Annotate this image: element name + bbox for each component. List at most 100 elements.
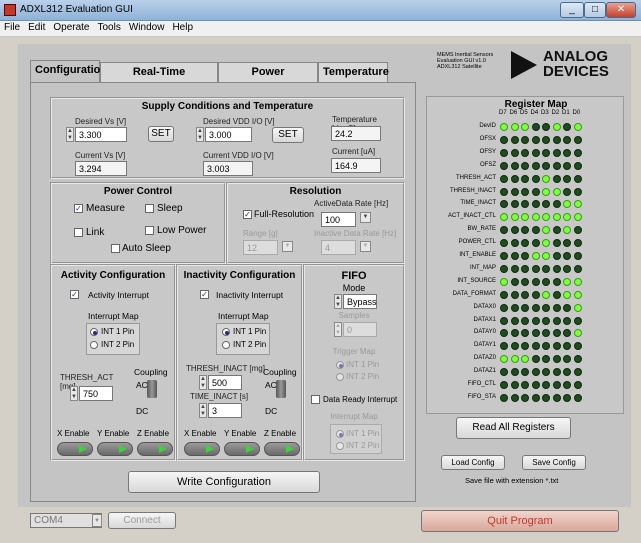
register-bit-led[interactable] (500, 135, 508, 144)
register-bit-led[interactable] (521, 277, 529, 286)
minimize-button[interactable]: _ (560, 2, 584, 18)
register-bit-led[interactable] (531, 174, 540, 183)
register-bit-led[interactable] (510, 381, 519, 389)
register-bit-led[interactable] (510, 342, 519, 351)
full-resolution-checkbox[interactable]: ✓ (243, 210, 252, 219)
register-bit-led[interactable] (573, 148, 582, 157)
register-bit-led[interactable] (521, 161, 529, 170)
register-bit-led[interactable] (573, 200, 582, 209)
register-bit-led[interactable] (510, 316, 519, 325)
write-configuration-button[interactable]: Write Configuration (128, 471, 320, 493)
register-bit-led[interactable] (573, 226, 582, 235)
register-bit-led[interactable] (521, 316, 529, 325)
register-bit-led[interactable] (573, 316, 582, 325)
register-bit-led[interactable] (510, 200, 519, 209)
register-bit-led[interactable] (573, 277, 582, 286)
register-bit-led[interactable] (531, 316, 540, 325)
register-bit-led[interactable] (552, 239, 561, 248)
register-bit-led[interactable] (573, 303, 582, 312)
register-bit-led[interactable] (573, 368, 582, 377)
register-bit-led[interactable] (552, 393, 561, 402)
register-bit-led[interactable] (552, 329, 561, 338)
register-bit-led[interactable] (552, 200, 561, 209)
register-bit-led[interactable] (531, 277, 540, 286)
register-bit-led[interactable] (531, 393, 540, 402)
range-select[interactable]: 12 (243, 240, 278, 255)
register-bit-led[interactable] (500, 264, 508, 273)
com-port-dropdown-icon[interactable]: ▼ (92, 514, 102, 527)
register-bit-led[interactable] (552, 123, 561, 131)
register-bit-led[interactable] (552, 264, 561, 273)
register-bit-led[interactable] (531, 226, 540, 235)
register-bit-led[interactable] (563, 174, 571, 183)
register-bit-led[interactable] (573, 187, 582, 196)
register-bit-led[interactable] (563, 123, 571, 131)
register-bit-led[interactable] (521, 381, 529, 389)
fifo-samples-spinner[interactable]: ▲ ▼ (334, 322, 342, 337)
register-bit-led[interactable] (552, 381, 561, 389)
register-bit-led[interactable] (521, 187, 529, 196)
register-bit-led[interactable] (563, 264, 571, 273)
register-bit-led[interactable] (500, 277, 508, 286)
activity-int1-radio[interactable] (90, 328, 98, 336)
register-bit-led[interactable] (500, 316, 508, 325)
register-bit-led[interactable] (552, 252, 561, 260)
desired-vs-input[interactable]: 3.300 (75, 127, 127, 142)
register-bit-led[interactable] (552, 316, 561, 325)
register-bit-led[interactable] (510, 303, 519, 312)
register-bit-led[interactable] (531, 355, 540, 364)
thresh-act-spinner[interactable]: ▲ ▼ (70, 386, 78, 401)
menu-operate[interactable]: Operate (49, 21, 93, 34)
register-bit-led[interactable] (521, 123, 529, 131)
register-bit-led[interactable] (531, 368, 540, 377)
register-bit-led[interactable] (563, 252, 571, 260)
time-inact-input[interactable]: 3 (208, 403, 242, 418)
register-bit-led[interactable] (531, 303, 540, 312)
register-bit-led[interactable] (521, 252, 529, 260)
register-bit-led[interactable] (563, 393, 571, 402)
register-bit-led[interactable] (521, 148, 529, 157)
register-bit-led[interactable] (510, 135, 519, 144)
register-bit-led[interactable] (531, 264, 540, 273)
register-bit-led[interactable] (521, 290, 529, 299)
load-config-button[interactable]: Load Config (441, 455, 505, 470)
register-bit-led[interactable] (563, 148, 571, 157)
register-bit-led[interactable] (542, 187, 550, 196)
register-bit-led[interactable] (552, 161, 561, 170)
register-bit-led[interactable] (573, 123, 582, 131)
register-bit-led[interactable] (510, 148, 519, 157)
set-vs-button[interactable]: SET (148, 126, 174, 142)
register-bit-led[interactable] (573, 355, 582, 364)
register-bit-led[interactable] (563, 135, 571, 144)
register-bit-led[interactable] (510, 187, 519, 196)
register-bit-led[interactable] (521, 393, 529, 402)
save-config-button[interactable]: Save Config (522, 455, 586, 470)
register-bit-led[interactable] (573, 342, 582, 351)
register-bit-led[interactable] (552, 213, 561, 222)
register-bit-led[interactable] (500, 161, 508, 170)
register-bit-led[interactable] (521, 174, 529, 183)
fifo-samples-input[interactable]: 0 (343, 322, 377, 337)
register-bit-led[interactable] (510, 239, 519, 248)
tab-power-consumption[interactable]: Power Consumption (218, 62, 318, 96)
register-bit-led[interactable] (531, 290, 540, 299)
register-bit-led[interactable] (531, 148, 540, 157)
register-bit-led[interactable] (510, 290, 519, 299)
tab-temperature[interactable]: Temperature (318, 62, 389, 82)
inactivity-coupling-switch[interactable] (276, 380, 286, 398)
inactivity-x-enable-toggle[interactable] (184, 442, 220, 456)
thresh-act-input[interactable]: 750 (79, 386, 113, 401)
menu-tools[interactable]: Tools (94, 21, 125, 34)
register-bit-led[interactable] (542, 290, 550, 299)
activity-y-enable-toggle[interactable] (97, 442, 133, 456)
register-bit-led[interactable] (521, 135, 529, 144)
register-bit-led[interactable] (510, 368, 519, 377)
register-bit-led[interactable] (542, 393, 550, 402)
register-bit-led[interactable] (552, 303, 561, 312)
register-bit-led[interactable] (542, 316, 550, 325)
menu-edit[interactable]: Edit (24, 21, 49, 34)
maximize-button[interactable]: □ (584, 2, 606, 18)
register-bit-led[interactable] (542, 148, 550, 157)
connect-button[interactable]: Connect (108, 512, 176, 529)
register-bit-led[interactable] (510, 277, 519, 286)
